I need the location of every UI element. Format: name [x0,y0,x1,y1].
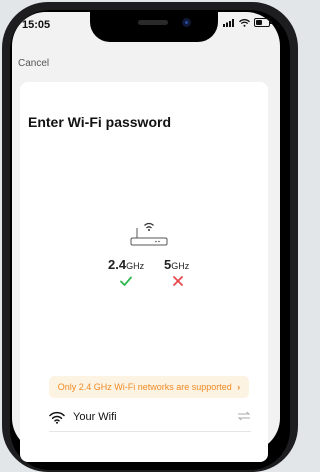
page-title: Enter Wi-Fi password [28,114,172,130]
cross-icon [173,276,183,286]
wifi-icon [49,411,65,424]
band-5ghz-unit: GHz [171,261,190,271]
band-2-4ghz-unit: GHz [126,261,145,271]
wifi-network-name: Your Wifi [73,411,117,423]
divider [49,431,251,432]
notch [90,12,218,42]
band-2-4ghz-value: 2.4 [108,257,127,272]
band-support-notice[interactable]: Only 2.4 GHz Wi-Fi networks are supporte… [49,376,249,398]
battery-icon [254,18,272,27]
switch-network-icon[interactable] [237,411,251,421]
cellular-signal-icon [223,18,234,27]
chevron-right-icon: › [237,382,241,392]
band-5ghz-label: 5GHz [164,257,189,272]
status-icons [223,18,272,27]
band-2-4ghz-label: 2.4GHz [108,257,144,272]
router-icon [130,222,168,246]
wifi-status-icon [239,18,250,27]
speaker-grille [138,20,168,25]
check-icon [120,276,132,286]
notice-text: Only 2.4 GHz Wi-Fi networks are supporte… [57,382,232,392]
status-time: 15:05 [22,19,51,31]
camera-icon [182,18,191,27]
cancel-button[interactable]: Cancel [18,58,49,69]
wifi-network-row[interactable]: Your Wifi [49,405,251,429]
